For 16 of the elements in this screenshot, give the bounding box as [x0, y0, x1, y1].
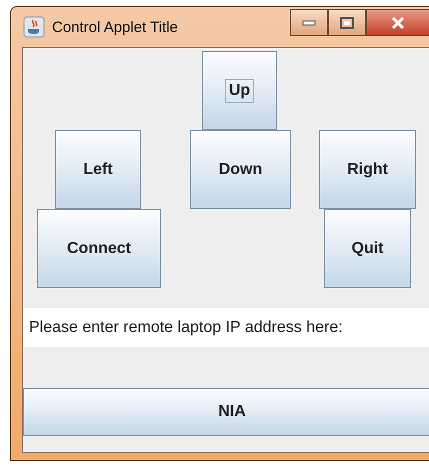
window-title: Control Applet Title	[52, 18, 178, 36]
maximize-icon	[340, 16, 354, 28]
maximize-button[interactable]	[328, 9, 366, 36]
close-button[interactable]	[366, 9, 429, 36]
nia-button[interactable]: NIA	[23, 388, 429, 436]
direction-button[interactable]: Connect	[37, 209, 161, 288]
direction-button[interactable]: Quit	[324, 209, 411, 288]
direction-button[interactable]: Left	[55, 130, 141, 209]
close-icon	[390, 16, 406, 30]
minimize-button[interactable]	[290, 9, 328, 36]
ip-address-field[interactable]: Please enter remote laptop IP address here:	[23, 308, 429, 347]
direction-button[interactable]: Down	[190, 130, 291, 209]
cup-icon	[23, 16, 45, 38]
minimize-icon	[302, 20, 316, 26]
direction-button[interactable]: Up	[202, 51, 277, 130]
direction-button[interactable]: Right	[319, 130, 416, 209]
